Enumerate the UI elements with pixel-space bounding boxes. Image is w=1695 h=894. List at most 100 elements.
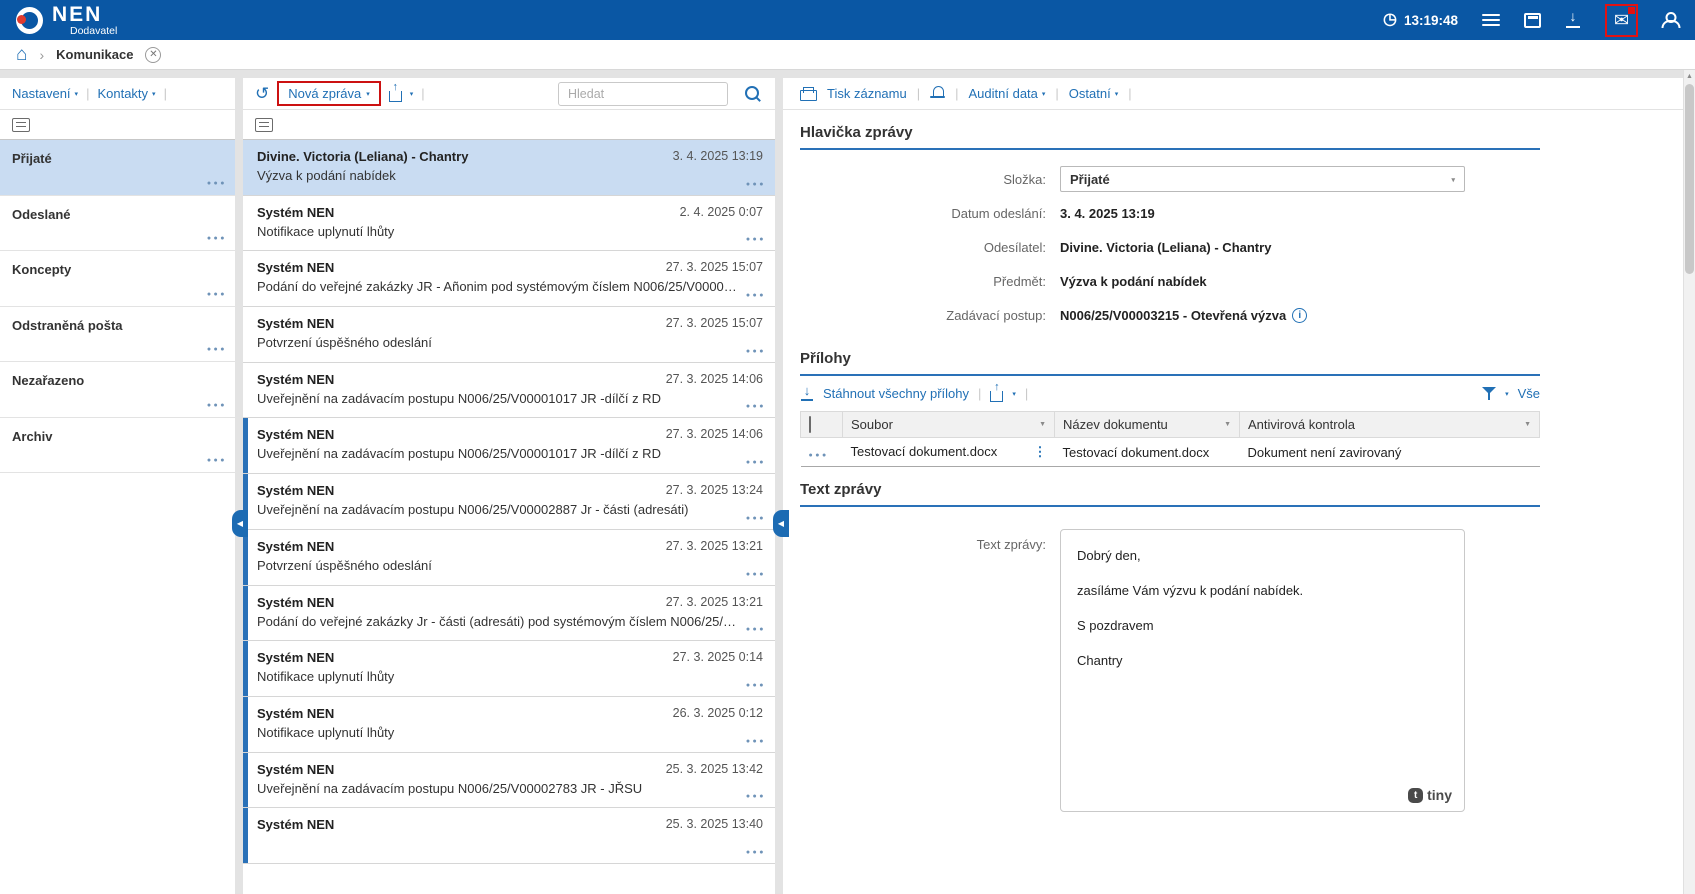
more-options-icon[interactable]: [746, 341, 766, 356]
more-options-icon[interactable]: [207, 339, 227, 354]
filter-all-button[interactable]: Vše: [1518, 386, 1540, 401]
more-options-icon[interactable]: [207, 228, 227, 243]
messages-button[interactable]: ✉: [1605, 4, 1638, 37]
contacts-menu[interactable]: Kontakty ▾: [97, 86, 155, 101]
separator: |: [955, 86, 958, 101]
notification-bell-icon[interactable]: [930, 86, 945, 101]
more-options-icon[interactable]: [746, 786, 766, 801]
message-list-item[interactable]: Systém NEN Uveřejnění na zadávacím postu…: [243, 753, 775, 809]
nen-logo[interactable]: NEN Dodavatel: [16, 4, 117, 37]
message-subject: Uveřejnění na zadávacím postupu N006/25/…: [257, 446, 763, 461]
search-icon[interactable]: [744, 85, 761, 102]
close-tab-icon[interactable]: ✕: [145, 47, 161, 63]
envelope-icon: ✉: [1614, 11, 1629, 29]
folder-item-odstranena-posta[interactable]: Odstraněná pošta: [0, 307, 235, 363]
other-menu[interactable]: Ostatní ▾: [1069, 86, 1118, 101]
message-list-item[interactable]: Systém NEN Potvrzení úspěšného odeslání …: [243, 530, 775, 586]
folder-label: Koncepty: [12, 262, 223, 277]
audit-data-menu[interactable]: Auditní data ▾: [969, 86, 1046, 101]
message-date: 25. 3. 2025 13:40: [666, 817, 763, 831]
field-folder: Složka: Přijaté ▾: [800, 166, 1540, 192]
attachment-row[interactable]: Testovací dokument.docx⋮ Testovací dokum…: [801, 438, 1540, 467]
chevron-down-icon: ▾: [366, 91, 370, 98]
download-icon[interactable]: [1565, 12, 1581, 28]
attachments-table: Soubor ▼ Název dokumentu ▼ Antivirová kont…: [800, 411, 1540, 467]
more-options-icon[interactable]: [207, 450, 227, 465]
export-icon[interactable]: [389, 91, 402, 102]
filter-icon[interactable]: [1482, 387, 1496, 400]
calendar-icon[interactable]: [1524, 13, 1541, 28]
export-icon[interactable]: [990, 391, 1003, 402]
message-list-item[interactable]: Systém NEN Notifikace uplynutí lhůty 27.…: [243, 641, 775, 697]
more-options-icon[interactable]: [746, 229, 766, 244]
folder-item-archiv[interactable]: Archiv: [0, 418, 235, 474]
menu-icon[interactable]: [1482, 14, 1500, 27]
chevron-down-icon[interactable]: ▾: [1505, 391, 1509, 398]
breadcrumb-title: Komunikace: [56, 47, 133, 62]
list-settings-icon[interactable]: [12, 118, 30, 132]
message-list-item[interactable]: Systém NEN Potvrzení úspěšného odeslání …: [243, 307, 775, 363]
row-menu-icon[interactable]: ⋮: [1034, 444, 1047, 460]
folder-item-prijate[interactable]: Přijaté: [0, 140, 235, 196]
message-list-item[interactable]: Systém NEN Uveřejnění na zadávacím postu…: [243, 418, 775, 474]
more-options-icon[interactable]: [746, 396, 766, 411]
collapse-panel-handle[interactable]: ◀: [232, 510, 248, 537]
print-icon[interactable]: [800, 87, 817, 101]
message-text-editor[interactable]: Dobrý den, zasíláme Vám výzvu k podání n…: [1060, 529, 1465, 812]
column-header[interactable]: Soubor: [851, 417, 893, 432]
message-list-item[interactable]: Systém NEN Notifikace uplynutí lhůty 2. …: [243, 196, 775, 252]
chevron-down-icon: ▾: [1042, 91, 1046, 98]
print-record-button[interactable]: Tisk záznamu: [827, 86, 907, 101]
list-settings-icon[interactable]: [809, 416, 811, 433]
more-options-icon[interactable]: [809, 445, 829, 460]
column-header[interactable]: Antivirová kontrola: [1248, 417, 1355, 432]
message-list-item[interactable]: Systém NEN Notifikace uplynutí lhůty 26.…: [243, 697, 775, 753]
more-options-icon[interactable]: [207, 173, 227, 188]
refresh-icon[interactable]: ↺: [255, 85, 269, 102]
download-all-icon[interactable]: [800, 387, 814, 401]
attachment-file[interactable]: Testovací dokument.docx: [851, 444, 998, 459]
folder-item-nezarazeno[interactable]: Nezařazeno: [0, 362, 235, 418]
scroll-up-icon[interactable]: ▲: [1684, 70, 1695, 83]
column-header[interactable]: Název dokumentu: [1063, 417, 1168, 432]
search-input[interactable]: [558, 82, 728, 106]
more-options-icon[interactable]: [746, 285, 766, 300]
folder-select[interactable]: Přijaté ▾: [1060, 166, 1465, 192]
more-options-icon[interactable]: [207, 284, 227, 299]
chevron-down-icon[interactable]: ▾: [1012, 391, 1016, 398]
message-list-panel: ↺ Nová zpráva ▾ ▾ | Divine. Victoria (Le…: [243, 78, 775, 894]
more-options-icon[interactable]: [746, 619, 766, 634]
chevron-down-icon[interactable]: ▾: [410, 91, 414, 98]
message-list-item[interactable]: Systém NEN Podání do veřejné zakázky Jr …: [243, 586, 775, 642]
more-options-icon[interactable]: [746, 842, 766, 857]
column-filter-icon[interactable]: ▼: [1039, 421, 1046, 428]
folder-item-koncepty[interactable]: Koncepty: [0, 251, 235, 307]
more-options-icon[interactable]: [207, 395, 227, 410]
attachments-header-row: Soubor ▼ Název dokumentu ▼ Antivirová kont…: [801, 412, 1540, 438]
settings-menu[interactable]: Nastavení ▾: [12, 86, 78, 101]
message-list-item[interactable]: Systém NEN Uveřejnění na zadávacím postu…: [243, 363, 775, 419]
scrollbar-thumb[interactable]: [1685, 84, 1694, 274]
more-options-icon[interactable]: [746, 564, 766, 579]
message-list-item[interactable]: Divine. Victoria (Leliana) - Chantry Výz…: [243, 140, 775, 196]
list-settings-icon[interactable]: [255, 118, 273, 132]
vertical-scrollbar[interactable]: ▲: [1683, 70, 1695, 894]
home-icon[interactable]: ⌂: [16, 45, 27, 64]
message-list-item[interactable]: Systém NEN Podání do veřejné zakázky JR …: [243, 251, 775, 307]
more-options-icon[interactable]: [746, 675, 766, 690]
user-profile-icon[interactable]: [1662, 12, 1679, 28]
column-filter-icon[interactable]: ▼: [1524, 421, 1531, 428]
column-filter-icon[interactable]: ▼: [1224, 421, 1231, 428]
more-options-icon[interactable]: [746, 174, 766, 189]
collapse-panel-handle[interactable]: ◀: [773, 510, 789, 537]
nen-logo-icon: [16, 7, 43, 34]
more-options-icon[interactable]: [746, 508, 766, 523]
download-all-button[interactable]: Stáhnout všechny přílohy: [823, 386, 969, 401]
new-message-button[interactable]: Nová zpráva ▾: [277, 81, 381, 106]
more-options-icon[interactable]: [746, 731, 766, 746]
more-options-icon[interactable]: [746, 452, 766, 467]
info-icon[interactable]: i: [1292, 308, 1307, 323]
folder-item-odeslane[interactable]: Odeslané: [0, 196, 235, 252]
message-list-item[interactable]: Systém NEN Uveřejnění na zadávacím postu…: [243, 474, 775, 530]
message-list-item[interactable]: Systém NEN 25. 3. 2025 13:40: [243, 808, 775, 864]
